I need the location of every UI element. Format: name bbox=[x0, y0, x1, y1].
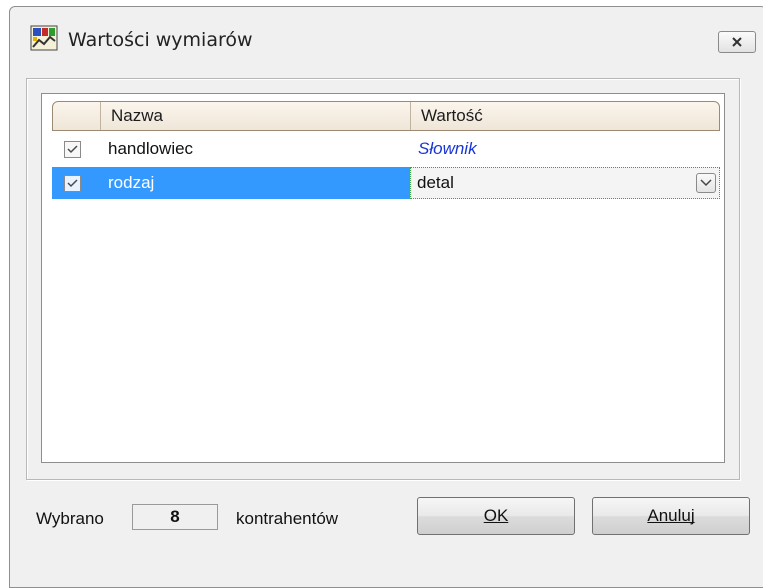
row-name-cell[interactable]: handlowiec bbox=[100, 133, 410, 165]
header-name-column[interactable]: Nazwa bbox=[101, 102, 411, 130]
chart-app-icon bbox=[30, 25, 58, 51]
row-checkbox-cell[interactable] bbox=[52, 133, 100, 165]
row-checkbox-cell[interactable] bbox=[52, 167, 100, 199]
header-value-column[interactable]: Wartość bbox=[411, 102, 719, 130]
close-button[interactable] bbox=[718, 31, 756, 53]
selected-count-field: 8 bbox=[132, 504, 218, 530]
row-checkbox[interactable] bbox=[64, 174, 81, 192]
combobox-dropdown-button[interactable] bbox=[696, 173, 716, 193]
ok-button[interactable]: OK bbox=[417, 497, 575, 535]
table-row[interactable]: rodzaj detal bbox=[52, 167, 720, 199]
table-row[interactable]: handlowiec Słownik bbox=[52, 133, 720, 165]
selected-suffix-label: kontrahentów bbox=[236, 509, 339, 528]
checkmark-icon bbox=[67, 178, 78, 187]
row-checkbox[interactable] bbox=[64, 140, 81, 158]
cancel-button[interactable]: Anuluj bbox=[592, 497, 750, 535]
selected-prefix-label: Wybrano bbox=[36, 509, 104, 528]
combobox-value: detal bbox=[417, 173, 454, 192]
grid-header: Nazwa Wartość bbox=[52, 101, 720, 131]
checkmark-icon bbox=[67, 144, 78, 153]
row-value-cell[interactable]: Słownik bbox=[410, 133, 720, 165]
close-icon bbox=[732, 37, 742, 47]
dimensions-grid: Nazwa Wartość handlowiec Słownik rodzaj … bbox=[41, 93, 725, 463]
window-title: Wartości wymiarów bbox=[68, 29, 253, 51]
header-check-column[interactable] bbox=[53, 102, 101, 130]
value-combobox[interactable]: detal bbox=[410, 167, 720, 199]
title-bar[interactable]: Wartości wymiarów bbox=[10, 7, 763, 73]
row-name-cell[interactable]: rodzaj bbox=[100, 167, 410, 199]
dictionary-link[interactable]: Słownik bbox=[418, 139, 477, 159]
chevron-down-icon bbox=[700, 179, 712, 187]
